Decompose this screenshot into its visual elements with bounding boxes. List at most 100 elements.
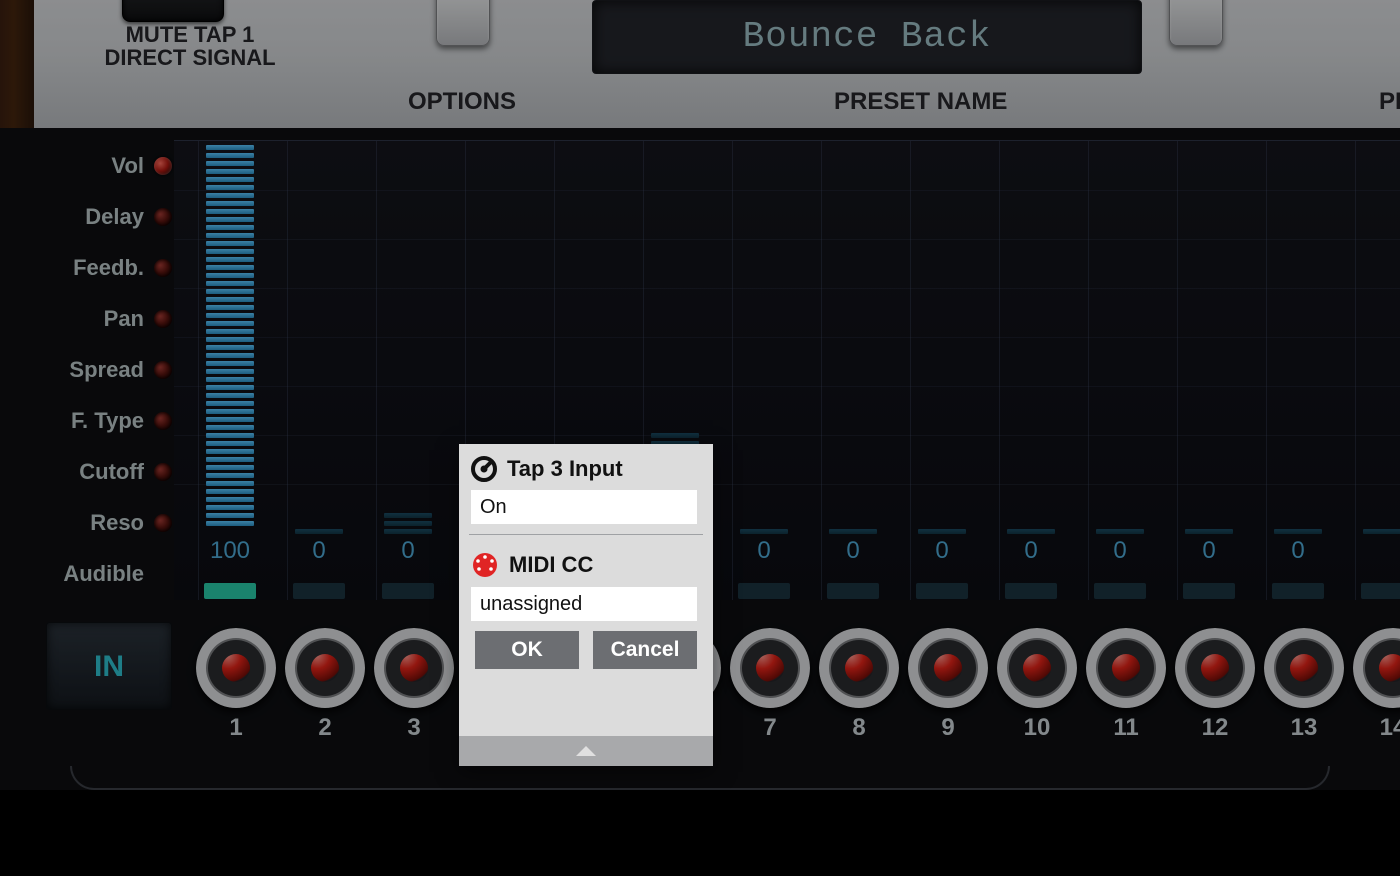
popup-midi-title: MIDI CC: [509, 552, 593, 578]
param-led-icon: [154, 259, 172, 277]
preset-name-label: PRESET NAME: [834, 88, 1007, 116]
tap-number-label: 3: [374, 714, 454, 742]
midi-icon: [471, 551, 499, 579]
param-label: Vol: [111, 153, 144, 179]
tap-number-label: 8: [819, 714, 899, 742]
tap-input-knob[interactable]: [374, 628, 454, 708]
tap-track[interactable]: [376, 141, 440, 537]
param-labels-column: Vol Delay Feedb. Pan Spread F. Type Cutoff Reso…: [42, 140, 172, 600]
tap-value-readout: 0: [821, 537, 885, 577]
param-label: F. Type: [71, 408, 144, 434]
param-label: Audible: [63, 561, 144, 587]
param-row-spread[interactable]: Spread: [42, 344, 172, 395]
tap-audible-indicator[interactable]: [1355, 581, 1400, 601]
tap-audible-indicator[interactable]: [999, 581, 1063, 601]
mute-tap1-label: MUTE TAP 1 DIRECT SIGNAL: [80, 23, 300, 69]
param-row-cutoff[interactable]: Cutoff: [42, 446, 172, 497]
knob-icon: [471, 456, 497, 482]
param-label: Pan: [104, 306, 144, 332]
prev-label: PREV: [1379, 88, 1400, 116]
tap-audible-indicator[interactable]: [287, 581, 351, 601]
param-row-delay[interactable]: Delay: [42, 191, 172, 242]
popup-header: Tap 3 Input: [459, 444, 713, 488]
ok-button[interactable]: OK: [475, 631, 579, 669]
options-label: OPTIONS: [408, 88, 516, 116]
param-led-icon: [154, 157, 172, 175]
tap-input-knob[interactable]: [1175, 628, 1255, 708]
tap-value-readout: 0: [287, 537, 351, 577]
tap-track[interactable]: [287, 141, 351, 537]
preset-name-display[interactable]: Bounce Back: [592, 0, 1142, 74]
tap-input-knob[interactable]: [908, 628, 988, 708]
tap-input-knob[interactable]: [1353, 628, 1400, 708]
tap-input-knob[interactable]: [1264, 628, 1344, 708]
tap-audible-indicator[interactable]: [1177, 581, 1241, 601]
tap-value-readout: 0: [1088, 537, 1152, 577]
tap-graph-area: 100000000000: [174, 140, 1400, 600]
prev-preset-button[interactable]: [1169, 0, 1223, 46]
tap-audible-indicator[interactable]: [1088, 581, 1152, 601]
options-button[interactable]: [436, 0, 490, 46]
param-led-icon: [154, 412, 172, 430]
tap-value-readout: 0: [999, 537, 1063, 577]
header-strip: MUTE TAP 1 DIRECT SIGNAL OPTIONS Bounce …: [34, 0, 1400, 128]
param-row-reso[interactable]: Reso: [42, 497, 172, 548]
tap-input-value-field[interactable]: [471, 490, 697, 524]
tap-track[interactable]: [999, 141, 1063, 537]
tap-audible-indicator[interactable]: [1266, 581, 1330, 601]
param-row-audible[interactable]: Audible: [42, 548, 172, 599]
param-label: Reso: [90, 510, 144, 536]
tap-number-label: 11: [1086, 714, 1166, 742]
tap-input-knob[interactable]: [1086, 628, 1166, 708]
param-row-ftype[interactable]: F. Type: [42, 395, 172, 446]
tap-track[interactable]: [1355, 141, 1400, 537]
tap-track[interactable]: [821, 141, 885, 537]
popup-tail[interactable]: [459, 736, 713, 766]
tap-audible-indicator[interactable]: [732, 581, 796, 601]
midi-cc-field[interactable]: [471, 587, 697, 621]
footer-edge: [70, 766, 1330, 790]
tap-track[interactable]: [198, 141, 262, 537]
tap-value-readout: 0: [1266, 537, 1330, 577]
param-label: Feedb.: [73, 255, 144, 281]
tap-track[interactable]: [732, 141, 796, 537]
tap-track[interactable]: [1177, 141, 1241, 537]
tap-value-readout: 0: [910, 537, 974, 577]
tap-input-knob[interactable]: [997, 628, 1077, 708]
tap-value-readout: [1355, 537, 1400, 577]
param-led-icon: [154, 514, 172, 532]
tap-input-knob[interactable]: [196, 628, 276, 708]
tap-value-readout: 100: [198, 537, 262, 577]
param-row-feedb[interactable]: Feedb.: [42, 242, 172, 293]
tap-track[interactable]: [1266, 141, 1330, 537]
tap-number-label: 10: [997, 714, 1077, 742]
tap-audible-indicator[interactable]: [821, 581, 885, 601]
wood-side-panel: [0, 0, 34, 128]
tap-input-popup: Tap 3 Input MIDI CC OK Cancel: [459, 444, 713, 766]
param-led-icon: [154, 463, 172, 481]
cancel-button[interactable]: Cancel: [593, 631, 697, 669]
tap-value-readout: 0: [732, 537, 796, 577]
in-button[interactable]: IN: [46, 622, 172, 710]
popup-title: Tap 3 Input: [507, 456, 623, 482]
tap-audible-indicator[interactable]: [376, 581, 440, 601]
tap-track[interactable]: [1088, 141, 1152, 537]
param-led-icon: [154, 310, 172, 328]
tap-audible-indicator[interactable]: [910, 581, 974, 601]
tap-number-label: 13: [1264, 714, 1344, 742]
tap-audible-indicator[interactable]: [198, 581, 262, 601]
chevron-up-icon: [576, 746, 596, 756]
tap-input-knob[interactable]: [730, 628, 810, 708]
tap-input-knob[interactable]: [819, 628, 899, 708]
param-led-icon: [154, 361, 172, 379]
param-row-pan[interactable]: Pan: [42, 293, 172, 344]
tap-knob-row: IN 1234567891011121314: [46, 614, 1400, 774]
mute-label-line1: MUTE TAP 1: [126, 22, 255, 47]
mute-tap1-toggle[interactable]: [122, 0, 224, 22]
tap-number-label: 12: [1175, 714, 1255, 742]
tap-input-knob[interactable]: [285, 628, 365, 708]
mute-label-line2: DIRECT SIGNAL: [104, 45, 275, 70]
tap-track[interactable]: [910, 141, 974, 537]
popup-midi-header: MIDI CC: [459, 539, 713, 585]
param-row-vol[interactable]: Vol: [42, 140, 172, 191]
